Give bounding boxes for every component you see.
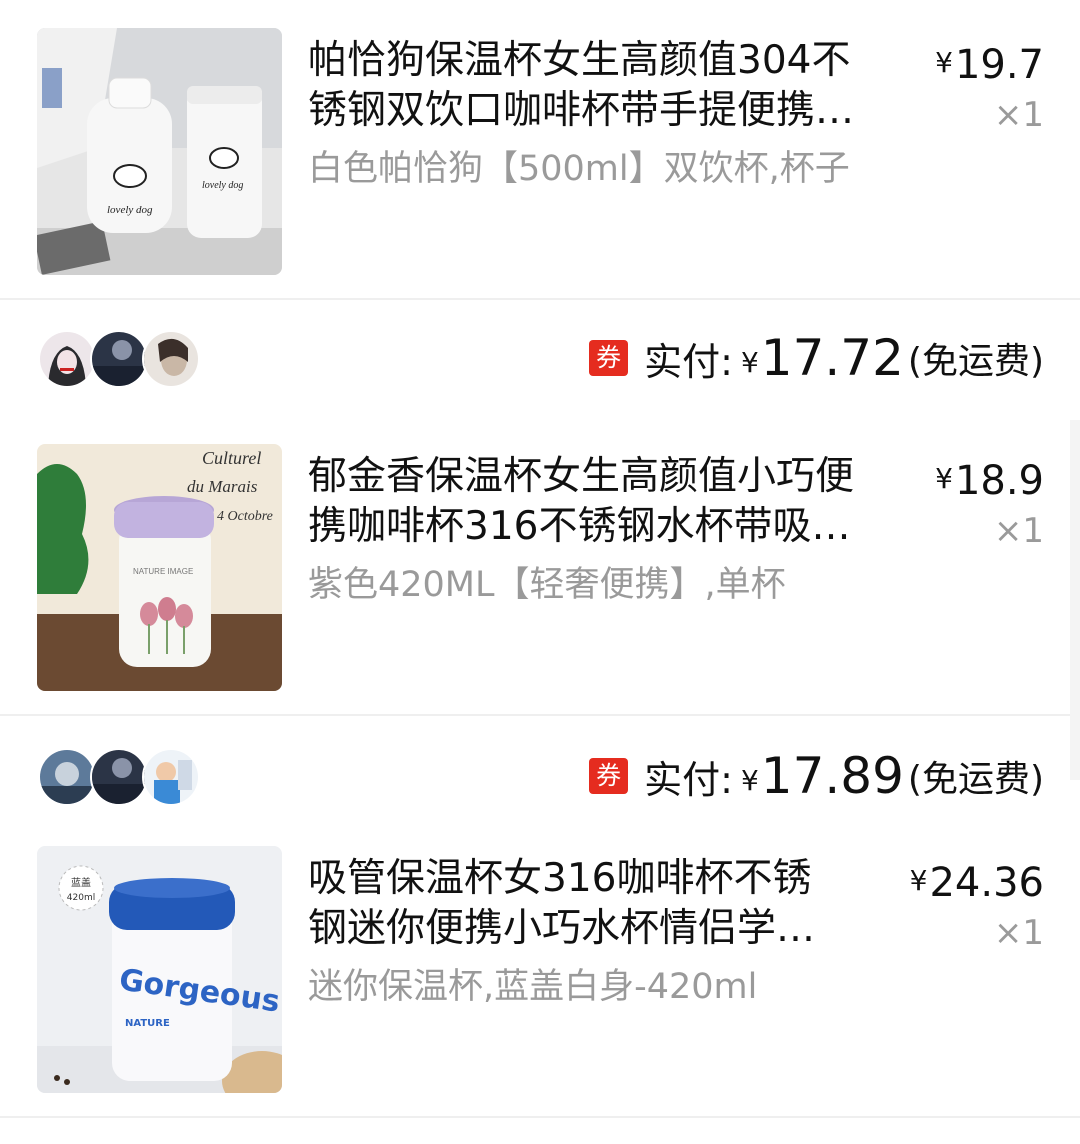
coupon-badge: 券 — [589, 758, 629, 794]
currency-symbol: ¥ — [740, 763, 759, 797]
coupon-badge: 券 — [589, 340, 629, 376]
paid-amount: 17.72 — [760, 329, 904, 387]
product-quantity: ×1 — [993, 511, 1044, 551]
cup-text: NATURE IMAGE — [133, 567, 193, 576]
cup-text: lovely dog — [107, 204, 153, 216]
product-title[interactable]: 吸管保温杯女316咖啡杯不锈 钢迷你便携小巧水杯情侣学… — [308, 854, 898, 954]
avatar — [90, 330, 148, 388]
product-title-line2: 钢迷你便携小巧水杯情侣学… — [308, 906, 816, 951]
product-title-line1: 吸管保温杯女316咖啡杯不锈 — [308, 856, 812, 901]
paid-amount-row: 券 实付: ¥ 17.89 (免运费) — [589, 744, 1044, 808]
paid-amount: 17.89 — [760, 747, 904, 805]
product-title[interactable]: 帕恰狗保温杯女生高颜值304不 锈钢双饮口咖啡杯带手提便携… — [308, 36, 898, 136]
paid-amount-row: 券 实付: ¥ 17.72 (免运费) — [589, 326, 1044, 390]
order-summary-2: 券 实付: ¥ 17.89 (免运费) — [0, 736, 1080, 816]
product-title-line2: 锈钢双饮口咖啡杯带手提便携… — [308, 88, 855, 133]
currency-symbol: ¥ — [935, 46, 953, 79]
currency-symbol: ¥ — [740, 345, 759, 379]
product-card-3[interactable]: 蓝盖 420ml Gorgeous NATURE 吸管保温杯女316咖啡杯不锈 … — [0, 846, 1080, 1096]
cup-text: lovely dog — [202, 180, 243, 191]
badge-text: 蓝盖 — [71, 876, 91, 889]
product-variant: 白色帕恰狗【500ml】双饮杯,杯子 — [308, 149, 850, 189]
product-price: ¥24.36 — [910, 856, 1044, 908]
poster-text: Culturel — [202, 448, 261, 468]
product-price: ¥19.7 — [935, 38, 1044, 90]
product-thumbnail[interactable]: lovely dog lovely dog — [37, 28, 282, 275]
product-title-line1: 帕恰狗保温杯女生高颜值304不 — [308, 38, 851, 83]
paid-label: 实付: — [644, 339, 733, 384]
product-title[interactable]: 郁金香保温杯女生高颜值小巧便 携咖啡杯316不锈钢水杯带吸… — [308, 452, 898, 552]
product-thumbnail[interactable]: Culturel du Marais 4 Octobre NATURE IMAG… — [37, 444, 282, 691]
shipping-note: (免运费) — [907, 341, 1044, 382]
product-quantity: ×1 — [993, 95, 1044, 135]
avatar — [142, 330, 200, 388]
divider — [0, 714, 1080, 716]
poster-text: du Marais — [187, 477, 258, 496]
currency-symbol: ¥ — [935, 462, 953, 495]
currency-symbol: ¥ — [909, 864, 928, 897]
divider — [0, 1116, 1080, 1118]
scrollbar[interactable] — [1070, 420, 1080, 780]
price-value: 24.36 — [929, 860, 1044, 906]
order-summary-1: 券 实付: ¥ 17.72 (免运费) — [0, 318, 1080, 398]
tulip-cup-image: Culturel du Marais 4 Octobre NATURE IMAG… — [37, 444, 282, 691]
avatar — [90, 748, 148, 806]
poster-text: 4 Octobre — [217, 509, 273, 524]
gorgeous-cup-image: 蓝盖 420ml Gorgeous NATURE — [37, 846, 282, 1093]
product-title-line2: 携咖啡杯316不锈钢水杯带吸… — [308, 504, 851, 549]
divider — [0, 298, 1080, 300]
avatar — [38, 330, 96, 388]
avatar — [142, 748, 200, 806]
product-title-line1: 郁金香保温杯女生高颜值小巧便 — [308, 454, 855, 499]
price-value: 19.7 — [954, 42, 1044, 88]
badge-text: 420ml — [67, 893, 95, 903]
product-price: ¥18.9 — [935, 454, 1044, 506]
paid-label: 实付: — [644, 757, 733, 802]
product-quantity: ×1 — [993, 913, 1044, 953]
product-variant: 紫色420ML【轻奢便携】,单杯 — [308, 565, 786, 605]
shipping-note: (免运费) — [907, 759, 1044, 800]
product-card-2[interactable]: Culturel du Marais 4 Octobre NATURE IMAG… — [0, 444, 1080, 694]
avatar — [38, 748, 96, 806]
product-variant: 迷你保温杯,蓝盖白身-420ml — [308, 967, 758, 1007]
pochacco-cup-image: lovely dog lovely dog — [37, 28, 282, 275]
product-card-1[interactable]: lovely dog lovely dog 帕恰狗保温杯女生高颜值304不 锈钢… — [0, 28, 1080, 278]
product-thumbnail[interactable]: 蓝盖 420ml Gorgeous NATURE — [37, 846, 282, 1093]
price-value: 18.9 — [954, 458, 1044, 504]
cup-text: NATURE — [125, 1018, 170, 1029]
